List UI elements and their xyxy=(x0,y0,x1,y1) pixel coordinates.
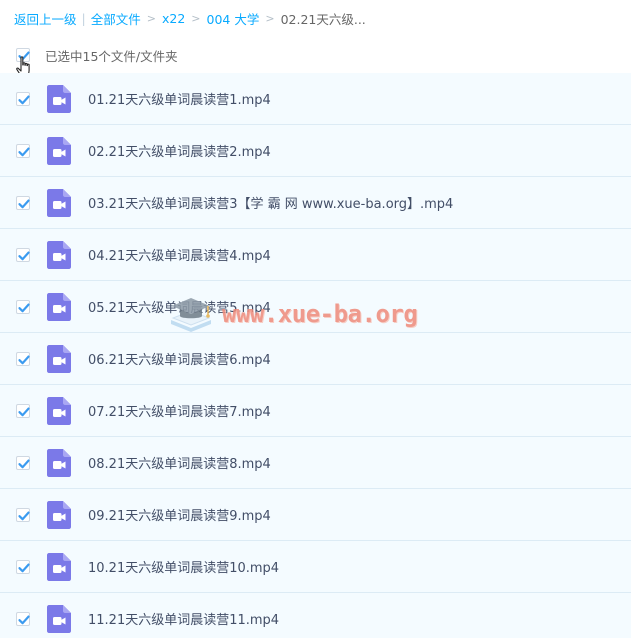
file-checkbox[interactable] xyxy=(16,507,30,522)
back-link[interactable]: 返回上一级 xyxy=(14,9,77,28)
file-checkbox[interactable] xyxy=(16,299,30,314)
video-file-icon xyxy=(47,396,71,425)
file-name[interactable]: 11.21天六级单词晨读营11.mp4 xyxy=(88,609,279,628)
file-name[interactable]: 03.21天六级单词晨读营3【学 霸 网 www.xue-ba.org】.mp4 xyxy=(88,193,453,212)
breadcrumb-current: 02.21天六级... xyxy=(280,11,366,27)
file-row[interactable]: 08.21天六级单词晨读营8.mp4 xyxy=(0,437,631,489)
breadcrumb-arrow: > xyxy=(146,11,156,25)
breadcrumb-all-files[interactable]: 全部文件 xyxy=(91,9,141,28)
file-row[interactable]: 01.21天六级单词晨读营1.mp4 xyxy=(0,73,631,125)
breadcrumb: 返回上一级 | 全部文件 > x22 > 004 大学 > 02.21天六级..… xyxy=(14,8,366,28)
file-checkbox[interactable] xyxy=(16,91,30,106)
breadcrumb-arrow: > xyxy=(191,11,201,25)
breadcrumb-x22[interactable]: x22 xyxy=(162,11,185,26)
video-file-icon xyxy=(47,552,71,581)
check-icon xyxy=(18,199,30,208)
video-file-icon xyxy=(47,292,71,321)
check-icon xyxy=(18,563,30,572)
file-name[interactable]: 05.21天六级单词晨读营5.mp4 xyxy=(88,297,271,316)
selection-header: 已选中15个文件/文件夹 xyxy=(0,38,631,72)
video-file-icon xyxy=(47,500,71,529)
file-name[interactable]: 07.21天六级单词晨读营7.mp4 xyxy=(88,401,271,420)
check-icon xyxy=(18,251,30,260)
file-row[interactable]: 02.21天六级单词晨读营2.mp4 xyxy=(0,125,631,177)
file-name[interactable]: 01.21天六级单词晨读营1.mp4 xyxy=(88,89,271,108)
video-file-icon xyxy=(47,136,71,165)
file-row[interactable]: 07.21天六级单词晨读营7.mp4 xyxy=(0,385,631,437)
file-checkbox[interactable] xyxy=(16,611,30,626)
file-name[interactable]: 02.21天六级单词晨读营2.mp4 xyxy=(88,141,271,160)
video-file-icon xyxy=(47,344,71,373)
breadcrumb-separator: | xyxy=(81,10,86,26)
file-checkbox[interactable] xyxy=(16,455,30,470)
file-checkbox[interactable] xyxy=(16,247,30,262)
check-icon xyxy=(18,615,30,624)
file-name[interactable]: 09.21天六级单词晨读营9.mp4 xyxy=(88,505,271,524)
file-list: 01.21天六级单词晨读营1.mp4 02.21天六级单词晨读营2.mp4 03.2… xyxy=(0,73,631,638)
file-row[interactable]: 11.21天六级单词晨读营11.mp4 xyxy=(0,593,631,638)
file-row[interactable]: 03.21天六级单词晨读营3【学 霸 网 www.xue-ba.org】.mp4 xyxy=(0,177,631,229)
video-file-icon xyxy=(47,188,71,217)
file-checkbox[interactable] xyxy=(16,559,30,574)
file-row[interactable]: 04.21天六级单词晨读营4.mp4 xyxy=(0,229,631,281)
video-file-icon xyxy=(47,448,71,477)
file-checkbox[interactable] xyxy=(16,195,30,210)
check-icon xyxy=(18,303,30,312)
file-checkbox[interactable] xyxy=(16,351,30,366)
check-icon xyxy=(18,95,30,104)
check-icon xyxy=(18,511,30,520)
file-checkbox[interactable] xyxy=(16,403,30,418)
file-name[interactable]: 04.21天六级单词晨读营4.mp4 xyxy=(88,245,271,264)
check-icon xyxy=(18,147,30,156)
file-row[interactable]: 09.21天六级单词晨读营9.mp4 xyxy=(0,489,631,541)
file-name[interactable]: 10.21天六级单词晨读营10.mp4 xyxy=(88,557,279,576)
video-file-icon xyxy=(47,84,71,113)
breadcrumb-004-university[interactable]: 004 大学 xyxy=(207,9,260,28)
breadcrumb-arrow: > xyxy=(265,11,275,25)
file-checkbox[interactable] xyxy=(16,143,30,158)
file-row[interactable]: 05.21天六级单词晨读营5.mp4 xyxy=(0,281,631,333)
file-browser: 返回上一级 | 全部文件 > x22 > 004 大学 > 02.21天六级..… xyxy=(0,0,631,638)
file-name[interactable]: 06.21天六级单词晨读营6.mp4 xyxy=(88,349,271,368)
video-file-icon xyxy=(47,240,71,269)
check-icon xyxy=(18,407,30,416)
file-row[interactable]: 06.21天六级单词晨读营6.mp4 xyxy=(0,333,631,385)
check-icon xyxy=(18,459,30,468)
selection-count-label: 已选中15个文件/文件夹 xyxy=(45,48,178,64)
file-row[interactable]: 10.21天六级单词晨读营10.mp4 xyxy=(0,541,631,593)
video-file-icon xyxy=(47,604,71,633)
check-icon xyxy=(18,355,30,364)
file-name[interactable]: 08.21天六级单词晨读营8.mp4 xyxy=(88,453,271,472)
